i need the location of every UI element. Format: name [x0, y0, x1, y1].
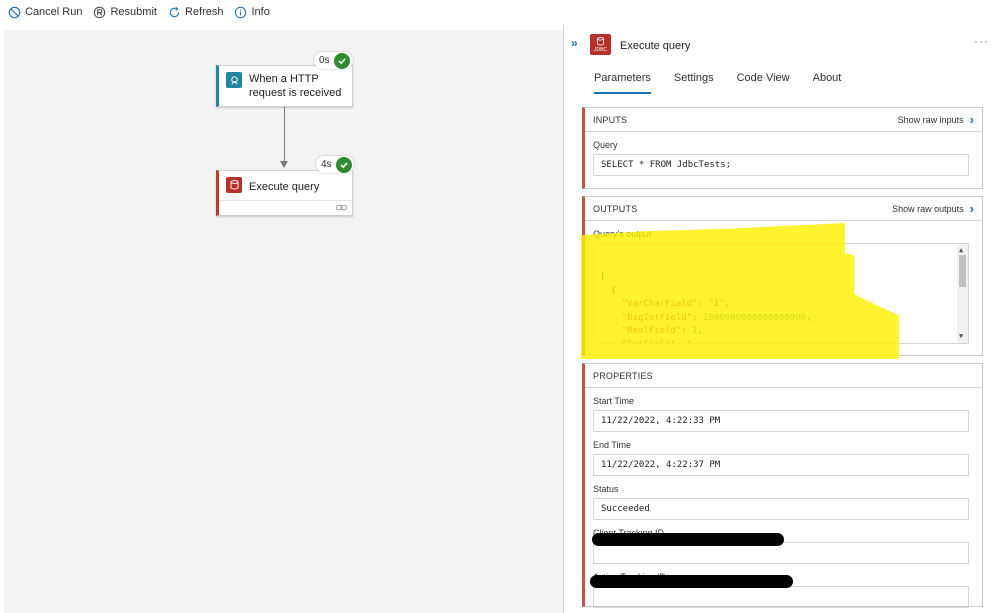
- json-token: [: [600, 272, 606, 282]
- json-line: {: [600, 285, 968, 299]
- collapse-panel-icon[interactable]: »: [571, 36, 578, 50]
- query-label: Query: [593, 140, 618, 150]
- status-field[interactable]: Succeeded: [593, 498, 969, 520]
- output-scrollbar[interactable]: ▲ ▼: [957, 244, 968, 343]
- json-line: "RealField": 1,: [600, 325, 968, 339]
- show-raw-outputs-label: Show raw outputs: [892, 203, 964, 214]
- panel-tabs: Parameters Settings Code View About: [594, 72, 864, 96]
- info-button[interactable]: Info: [234, 6, 270, 19]
- json-token: :: [681, 326, 693, 336]
- cancel-icon: [8, 6, 21, 18]
- tab-code-view[interactable]: Code View: [737, 72, 790, 94]
- jdbc-icon: JDBC: [590, 34, 611, 55]
- duration-badge: 0s: [314, 52, 353, 69]
- start-time-field[interactable]: 11/22/2022, 4:22:33 PM: [593, 410, 969, 432]
- end-time-label: End Time: [593, 440, 632, 450]
- connector-arrow: [280, 161, 288, 168]
- duration-text: 4s: [321, 159, 332, 170]
- json-token: :: [692, 312, 703, 323]
- execute-query-node[interactable]: Execute query: [216, 170, 353, 216]
- end-time-field[interactable]: 11/22/2022, 4:22:37 PM: [593, 454, 969, 476]
- cancel-run-button[interactable]: Cancel Run: [8, 6, 82, 19]
- link-icon: [336, 204, 347, 211]
- http-trigger-title: When a HTTP request is received: [249, 73, 342, 99]
- json-token: "BigIntField": [621, 312, 693, 323]
- success-check-icon: [333, 52, 350, 69]
- scroll-thumb[interactable]: [959, 255, 966, 287]
- node-divider: [219, 200, 352, 201]
- json-line: "IntField": 1,: [600, 339, 968, 344]
- json-token: {: [610, 285, 617, 296]
- duration-text: 0s: [319, 55, 330, 66]
- http-trigger-node[interactable]: When a HTTP request is received: [216, 65, 353, 107]
- panel-title: Execute query: [620, 40, 691, 52]
- properties-heading: PROPERTIES: [593, 370, 653, 381]
- show-raw-inputs-link[interactable]: Show raw inputs ›: [898, 112, 974, 127]
- redaction-mark: [590, 575, 793, 588]
- json-token: 1000000000000000000: [702, 312, 806, 323]
- show-raw-inputs-label: Show raw inputs: [897, 114, 964, 125]
- refresh-button[interactable]: Refresh: [168, 6, 224, 19]
- json-content: [ { "VarCharField": "1", "BigIntField": …: [600, 271, 968, 344]
- resubmit-button[interactable]: Resubmit: [93, 6, 157, 19]
- properties-section: PROPERTIES Start Time 11/22/2022, 4:22:3…: [582, 363, 983, 608]
- refresh-icon: [169, 6, 180, 17]
- designer-canvas[interactable]: When a HTTP request is received 0s Execu…: [4, 30, 563, 613]
- json-token: "1": [708, 299, 725, 309]
- resubmit-label: Resubmit: [110, 6, 157, 18]
- show-raw-outputs-link[interactable]: Show raw outputs ›: [892, 201, 974, 216]
- inputs-header: INPUTS Show raw inputs ›: [585, 108, 982, 132]
- tab-about[interactable]: About: [813, 72, 842, 94]
- info-label: Info: [251, 6, 270, 18]
- toolbar: Cancel Run Resubmit Refresh Info: [0, 0, 999, 24]
- jdbc-icon-label: JDBC: [593, 46, 608, 53]
- json-token: :: [697, 299, 709, 309]
- json-token: "IntField": [622, 340, 676, 344]
- query-output-viewer[interactable]: [ { "VarCharField": "1", "BigIntField": …: [593, 243, 969, 344]
- details-panel: » JDBC Execute query ··· Parameters Sett…: [563, 24, 999, 613]
- json-token: "RealField": [621, 326, 682, 336]
- status-label: Status: [593, 484, 619, 494]
- info-icon: [235, 6, 247, 18]
- inputs-section: INPUTS Show raw inputs › Query SELECT * …: [582, 107, 983, 189]
- http-trigger-icon: [226, 72, 242, 88]
- outputs-section: OUTPUTS Show raw outputs › Query's outpu…: [582, 196, 983, 356]
- tab-parameters[interactable]: Parameters: [594, 72, 651, 94]
- json-token: ,: [697, 326, 703, 336]
- jdbc-icon: [226, 177, 242, 193]
- json-token: :: [676, 340, 687, 344]
- execute-query-title: Execute query: [249, 181, 320, 193]
- json-line: "VarCharField": "1",: [600, 298, 968, 312]
- properties-header: PROPERTIES: [585, 364, 982, 388]
- json-token: ,: [805, 312, 812, 323]
- refresh-label: Refresh: [184, 6, 224, 18]
- inputs-heading: INPUTS: [593, 114, 628, 125]
- chevron-right-icon: ›: [969, 201, 974, 216]
- query-field[interactable]: SELECT * FROM JdbcTests;: [593, 154, 969, 176]
- outputs-header: OUTPUTS Show raw outputs ›: [585, 197, 982, 221]
- json-line: "BigIntField": 1000000000000000000,: [600, 312, 968, 326]
- cancel-run-label: Cancel Run: [25, 6, 83, 18]
- action-tracking-id-field[interactable]: [593, 586, 969, 608]
- start-time-label: Start Time: [593, 396, 635, 406]
- chevron-right-icon: ›: [969, 112, 974, 127]
- json-token: "VarCharField": [621, 299, 698, 309]
- tab-settings[interactable]: Settings: [674, 72, 714, 94]
- redaction-mark: [592, 533, 784, 546]
- scroll-down-icon[interactable]: ▼: [959, 330, 963, 344]
- json-line: [: [600, 271, 968, 285]
- json-token: ,: [692, 340, 697, 344]
- query-output-label: Query's output: [593, 229, 652, 239]
- duration-badge: 4s: [316, 156, 354, 173]
- outputs-heading: OUTPUTS: [593, 203, 638, 214]
- json-token: ,: [724, 299, 731, 309]
- resubmit-icon: [94, 6, 106, 18]
- more-options-icon[interactable]: ···: [974, 34, 989, 48]
- success-check-icon: [335, 156, 352, 173]
- connector-line: [284, 107, 285, 164]
